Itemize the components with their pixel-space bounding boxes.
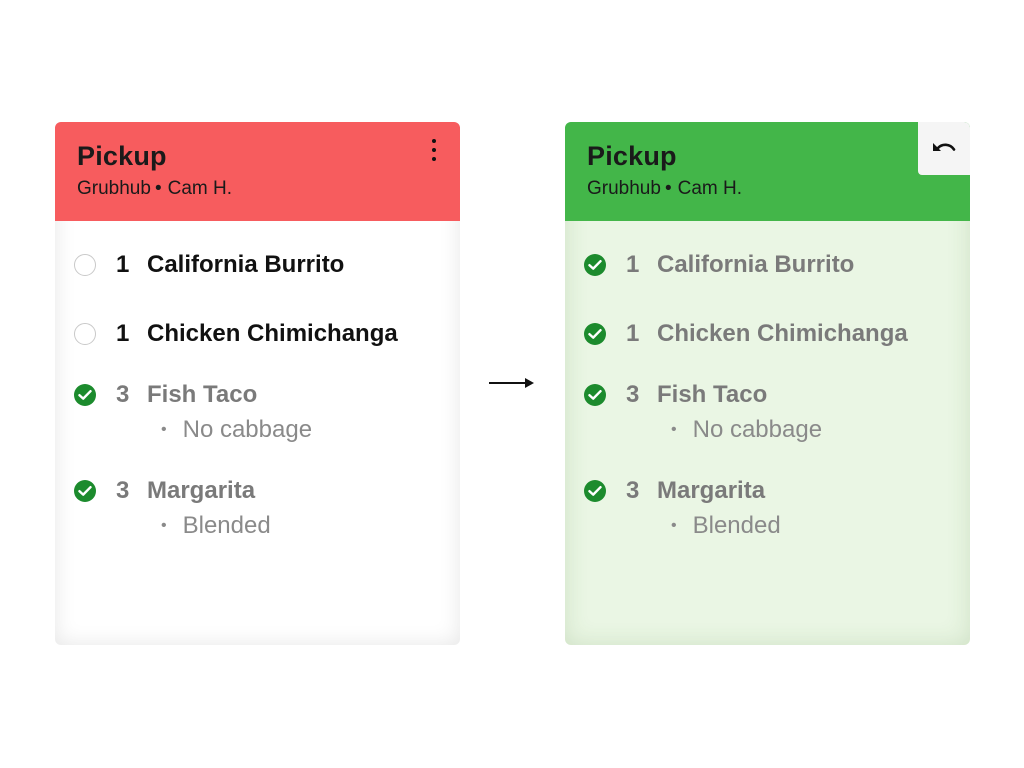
item-name: California Burrito [147, 251, 345, 278]
separator-dot: • [664, 178, 672, 199]
order-ticket-before[interactable]: Pickup Grubhub • Cam H. 1 California Burri… [55, 122, 460, 645]
bullet-icon: • [671, 421, 677, 438]
item-quantity: 3 [626, 477, 640, 504]
ticket-item[interactable]: 1 Chicken Chimichanga [565, 290, 970, 347]
arrow-right-icon [489, 378, 534, 388]
item-quantity: 1 [116, 320, 130, 347]
ticket-subtitle: Grubhub • Cam H. [77, 178, 232, 200]
bullet-icon: • [161, 421, 167, 438]
item-name: Margarita [657, 477, 766, 504]
separator-dot: • [154, 178, 162, 199]
order-source: Grubhub [587, 178, 661, 199]
item-quantity: 3 [116, 477, 130, 504]
item-modifier-text: Blended [182, 512, 271, 539]
more-vertical-icon[interactable] [426, 139, 442, 161]
ticket-header: Pickup Grubhub • Cam H. [565, 122, 970, 221]
ticket-header: Pickup Grubhub • Cam H. [55, 122, 460, 221]
ticket-title: Pickup [77, 141, 167, 171]
ticket-item[interactable]: 3 Fish Taco • No cabbage [565, 351, 970, 443]
ticket-item[interactable]: 1 California Burrito [565, 221, 970, 278]
item-modifier-text: No cabbage [692, 416, 823, 443]
customer-name: Cam H. [677, 178, 743, 199]
customer-name: Cam H. [167, 178, 233, 199]
item-modifier-text: Blended [692, 512, 781, 539]
check-circle-icon[interactable] [584, 254, 606, 276]
ticket-item[interactable]: 3 Margarita • Blended [55, 447, 460, 539]
ticket-title: Pickup [587, 141, 677, 171]
item-name: Margarita [147, 477, 256, 504]
bullet-icon: • [671, 517, 677, 534]
item-quantity: 1 [626, 320, 640, 347]
item-modifier: • Blended [161, 512, 271, 540]
item-quantity: 3 [116, 381, 130, 408]
comparison-stage: Pickup Grubhub • Cam H. 1 California Burri… [0, 0, 1024, 768]
unchecked-circle-icon[interactable] [74, 254, 96, 276]
order-source: Grubhub [77, 178, 151, 199]
item-modifier: • No cabbage [161, 416, 312, 444]
bullet-icon: • [161, 517, 167, 534]
undo-button[interactable] [918, 122, 970, 175]
unchecked-circle-icon[interactable] [74, 323, 96, 345]
check-circle-icon[interactable] [584, 480, 606, 502]
undo-icon [933, 142, 956, 151]
ticket-item[interactable]: 3 Fish Taco • No cabbage [55, 351, 460, 443]
ticket-subtitle: Grubhub • Cam H. [587, 178, 742, 200]
check-circle-icon[interactable] [74, 480, 96, 502]
ticket-item[interactable]: 3 Margarita • Blended [565, 447, 970, 539]
item-name: California Burrito [657, 251, 855, 278]
ticket-item[interactable]: 1 California Burrito [55, 221, 460, 278]
item-quantity: 3 [626, 381, 640, 408]
ticket-item[interactable]: 1 Chicken Chimichanga [55, 290, 460, 347]
item-quantity: 1 [626, 251, 640, 278]
item-name: Fish Taco [657, 381, 768, 408]
check-circle-icon[interactable] [584, 323, 606, 345]
item-name: Fish Taco [147, 381, 258, 408]
order-ticket-after[interactable]: Pickup Grubhub • Cam H. 1 California Burri… [565, 122, 970, 645]
item-modifier-text: No cabbage [182, 416, 313, 443]
item-modifier: • Blended [671, 512, 781, 540]
item-quantity: 1 [116, 251, 130, 278]
item-modifier: • No cabbage [671, 416, 822, 444]
check-circle-icon[interactable] [584, 384, 606, 406]
item-name: Chicken Chimichanga [657, 320, 908, 347]
check-circle-icon[interactable] [74, 384, 96, 406]
item-name: Chicken Chimichanga [147, 320, 398, 347]
